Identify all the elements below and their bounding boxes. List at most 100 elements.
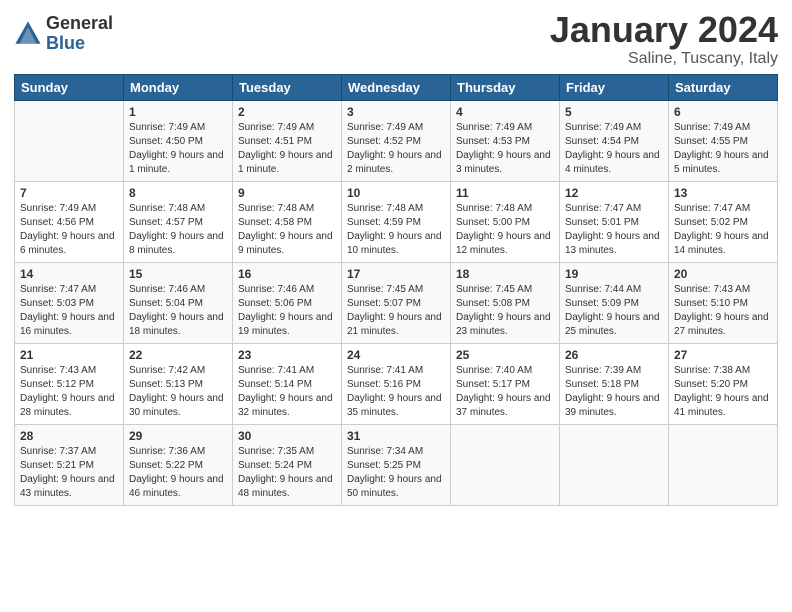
calendar-cell	[560, 424, 669, 505]
calendar-cell: 21 Sunrise: 7:43 AMSunset: 5:12 PMDayligh…	[15, 343, 124, 424]
day-info: Sunrise: 7:41 AMSunset: 5:14 PMDaylight:…	[238, 364, 336, 420]
calendar-cell: 6 Sunrise: 7:49 AMSunset: 4:55 PMDaylight…	[669, 100, 778, 181]
calendar-cell	[669, 424, 778, 505]
day-number: 29	[129, 429, 227, 443]
calendar-cell: 31 Sunrise: 7:34 AMSunset: 5:25 PMDayligh…	[342, 424, 451, 505]
calendar-cell	[15, 100, 124, 181]
calendar-cell: 18 Sunrise: 7:45 AMSunset: 5:08 PMDayligh…	[451, 262, 560, 343]
day-number: 19	[565, 267, 663, 281]
day-number: 21	[20, 348, 118, 362]
day-number: 6	[674, 105, 772, 119]
header-day: Friday	[560, 74, 669, 100]
day-info: Sunrise: 7:43 AMSunset: 5:12 PMDaylight:…	[20, 364, 118, 420]
day-info: Sunrise: 7:46 AMSunset: 5:04 PMDaylight:…	[129, 283, 227, 339]
calendar-header: SundayMondayTuesdayWednesdayThursdayFrid…	[15, 74, 778, 100]
day-number: 25	[456, 348, 554, 362]
calendar-cell: 24Sunrise: 7:41 AMSunset: 5:16 PMDayligh…	[342, 343, 451, 424]
day-info: Sunrise: 7:42 AMSunset: 5:13 PMDaylight:…	[129, 364, 227, 420]
location: Saline, Tuscany, Italy	[550, 50, 778, 68]
day-number: 17	[347, 267, 445, 281]
day-number: 20	[674, 267, 772, 281]
header-day: Monday	[124, 74, 233, 100]
day-number: 22	[129, 348, 227, 362]
day-info: Sunrise: 7:36 AMSunset: 5:22 PMDaylight:…	[129, 445, 227, 501]
day-number: 11	[456, 186, 554, 200]
calendar-cell: 27Sunrise: 7:38 AMSunset: 5:20 PMDayligh…	[669, 343, 778, 424]
day-info: Sunrise: 7:40 AMSunset: 5:17 PMDaylight:…	[456, 364, 554, 420]
calendar-cell: 11Sunrise: 7:48 AMSunset: 5:00 PMDayligh…	[451, 181, 560, 262]
day-number: 7	[20, 186, 118, 200]
calendar-cell: 16Sunrise: 7:46 AMSunset: 5:06 PMDayligh…	[233, 262, 342, 343]
day-info: Sunrise: 7:49 AMSunset: 4:53 PMDaylight:…	[456, 121, 554, 177]
day-info: Sunrise: 7:46 AMSunset: 5:06 PMDaylight:…	[238, 283, 336, 339]
calendar-cell: 2Sunrise: 7:49 AMSunset: 4:51 PMDaylight…	[233, 100, 342, 181]
day-info: Sunrise: 7:49 AMSunset: 4:55 PMDaylight:…	[674, 121, 772, 177]
title-block: January 2024 Saline, Tuscany, Italy	[550, 10, 778, 68]
header-day: Thursday	[451, 74, 560, 100]
month-title: January 2024	[550, 10, 778, 50]
day-number: 31	[347, 429, 445, 443]
day-info: Sunrise: 7:37 AMSunset: 5:21 PMDaylight:…	[20, 445, 118, 501]
calendar-cell: 28 Sunrise: 7:37 AMSunset: 5:21 PMDayligh…	[15, 424, 124, 505]
calendar-cell: 17 Sunrise: 7:45 AMSunset: 5:07 PMDayligh…	[342, 262, 451, 343]
day-info: Sunrise: 7:45 AMSunset: 5:07 PMDaylight:…	[347, 283, 445, 339]
day-number: 28	[20, 429, 118, 443]
header-day: Sunday	[15, 74, 124, 100]
day-info: Sunrise: 7:49 AMSunset: 4:52 PMDaylight:…	[347, 121, 445, 177]
logo-blue: Blue	[46, 34, 113, 54]
day-info: Sunrise: 7:47 AMSunset: 5:02 PMDaylight:…	[674, 202, 772, 258]
day-info: Sunrise: 7:49 AMSunset: 4:54 PMDaylight:…	[565, 121, 663, 177]
day-number: 15	[129, 267, 227, 281]
day-info: Sunrise: 7:43 AMSunset: 5:10 PMDaylight:…	[674, 283, 772, 339]
day-number: 3	[347, 105, 445, 119]
day-info: Sunrise: 7:41 AMSunset: 5:16 PMDaylight:…	[347, 364, 445, 420]
day-info: Sunrise: 7:49 AMSunset: 4:56 PMDaylight:…	[20, 202, 118, 258]
day-info: Sunrise: 7:45 AMSunset: 5:08 PMDaylight:…	[456, 283, 554, 339]
day-info: Sunrise: 7:47 AMSunset: 5:01 PMDaylight:…	[565, 202, 663, 258]
calendar-cell: 25 Sunrise: 7:40 AMSunset: 5:17 PMDayligh…	[451, 343, 560, 424]
header: General Blue January 2024 Saline, Tuscan…	[14, 10, 778, 68]
calendar-cell: 13Sunrise: 7:47 AMSunset: 5:02 PMDayligh…	[669, 181, 778, 262]
calendar-row: 21 Sunrise: 7:43 AMSunset: 5:12 PMDayligh…	[15, 343, 778, 424]
calendar-cell: 29 Sunrise: 7:36 AMSunset: 5:22 PMDayligh…	[124, 424, 233, 505]
calendar-cell: 10Sunrise: 7:48 AMSunset: 4:59 PMDayligh…	[342, 181, 451, 262]
day-number: 5	[565, 105, 663, 119]
calendar-cell: 15 Sunrise: 7:46 AMSunset: 5:04 PMDayligh…	[124, 262, 233, 343]
calendar-cell: 23 Sunrise: 7:41 AMSunset: 5:14 PMDayligh…	[233, 343, 342, 424]
day-info: Sunrise: 7:48 AMSunset: 4:58 PMDaylight:…	[238, 202, 336, 258]
day-info: Sunrise: 7:48 AMSunset: 4:57 PMDaylight:…	[129, 202, 227, 258]
day-info: Sunrise: 7:35 AMSunset: 5:24 PMDaylight:…	[238, 445, 336, 501]
day-info: Sunrise: 7:49 AMSunset: 4:50 PMDaylight:…	[129, 121, 227, 177]
day-info: Sunrise: 7:39 AMSunset: 5:18 PMDaylight:…	[565, 364, 663, 420]
calendar-row: 14 Sunrise: 7:47 AMSunset: 5:03 PMDayligh…	[15, 262, 778, 343]
calendar-cell: 5 Sunrise: 7:49 AMSunset: 4:54 PMDaylight…	[560, 100, 669, 181]
day-number: 12	[565, 186, 663, 200]
calendar-cell	[451, 424, 560, 505]
header-day: Saturday	[669, 74, 778, 100]
logo-icon	[14, 20, 42, 48]
calendar-cell: 12 Sunrise: 7:47 AMSunset: 5:01 PMDayligh…	[560, 181, 669, 262]
day-number: 18	[456, 267, 554, 281]
calendar-cell: 8Sunrise: 7:48 AMSunset: 4:57 PMDaylight…	[124, 181, 233, 262]
day-info: Sunrise: 7:47 AMSunset: 5:03 PMDaylight:…	[20, 283, 118, 339]
day-number: 1	[129, 105, 227, 119]
logo-text: General Blue	[46, 14, 113, 54]
calendar-cell: 19Sunrise: 7:44 AMSunset: 5:09 PMDayligh…	[560, 262, 669, 343]
day-number: 23	[238, 348, 336, 362]
calendar-cell: 22 Sunrise: 7:42 AMSunset: 5:13 PMDayligh…	[124, 343, 233, 424]
day-number: 14	[20, 267, 118, 281]
day-number: 30	[238, 429, 336, 443]
day-info: Sunrise: 7:38 AMSunset: 5:20 PMDaylight:…	[674, 364, 772, 420]
calendar-cell: 3 Sunrise: 7:49 AMSunset: 4:52 PMDaylight…	[342, 100, 451, 181]
calendar-row: 7 Sunrise: 7:49 AMSunset: 4:56 PMDaylight…	[15, 181, 778, 262]
calendar-cell: 14 Sunrise: 7:47 AMSunset: 5:03 PMDayligh…	[15, 262, 124, 343]
calendar-row: 1 Sunrise: 7:49 AMSunset: 4:50 PMDaylight…	[15, 100, 778, 181]
day-info: Sunrise: 7:34 AMSunset: 5:25 PMDaylight:…	[347, 445, 445, 501]
day-info: Sunrise: 7:48 AMSunset: 4:59 PMDaylight:…	[347, 202, 445, 258]
logo: General Blue	[14, 14, 113, 54]
day-number: 4	[456, 105, 554, 119]
day-number: 2	[238, 105, 336, 119]
calendar-table: SundayMondayTuesdayWednesdayThursdayFrid…	[14, 74, 778, 506]
logo-general: General	[46, 14, 113, 34]
calendar-cell: 26Sunrise: 7:39 AMSunset: 5:18 PMDayligh…	[560, 343, 669, 424]
